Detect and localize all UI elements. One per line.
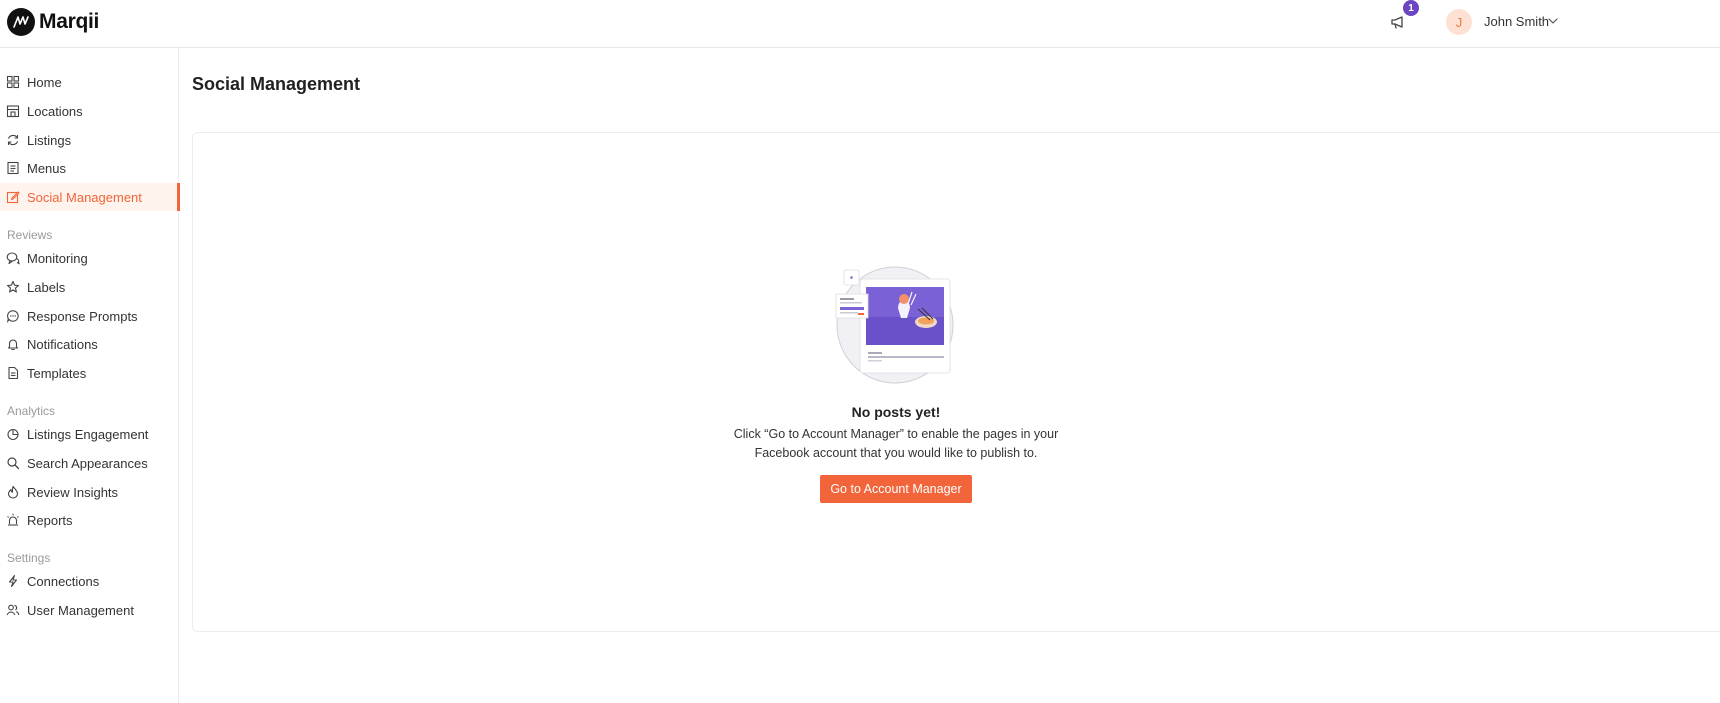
- bolt-icon: [8, 574, 18, 588]
- sidebar-item-label: Menus: [27, 161, 67, 176]
- section-title-settings: Settings: [7, 551, 51, 565]
- sidebar-item-response-prompts[interactable]: Response Prompts: [0, 302, 179, 330]
- announcement-button[interactable]: [1388, 12, 1410, 34]
- sidebar-item-label: Search Appearances: [27, 456, 148, 471]
- sidebar-item-notifications[interactable]: Notifications: [0, 330, 179, 358]
- empty-state-title: No posts yet!: [851, 404, 941, 420]
- brand-logo[interactable]: Marqii: [7, 8, 99, 36]
- sidebar-item-label: Listings: [27, 133, 72, 148]
- sidebar-item-monitoring[interactable]: Monitoring: [0, 244, 179, 272]
- brand-name: Marqii: [39, 10, 100, 33]
- chat-icon: [6, 252, 20, 265]
- sidebar-item-search-appearances[interactable]: Search Appearances: [0, 449, 179, 477]
- menu-book-icon: [7, 161, 19, 175]
- sidebar-item-connections[interactable]: Connections: [0, 567, 179, 595]
- sidebar-item-label: Home: [27, 75, 62, 90]
- sidebar-item-labels[interactable]: Labels: [0, 273, 179, 301]
- page-title: Social Management: [192, 74, 361, 94]
- bell-icon: [7, 339, 19, 351]
- go-to-account-manager-button[interactable]: Go to Account Manager: [820, 475, 972, 503]
- sidebar-item-locations[interactable]: Locations: [0, 97, 179, 125]
- document-icon: [8, 366, 19, 380]
- section-title-analytics: Analytics: [7, 404, 56, 418]
- sidebar-item-label: Labels: [27, 280, 66, 295]
- sidebar-item-label: Reports: [27, 513, 73, 528]
- section-title-reviews: Reviews: [7, 228, 53, 242]
- sidebar-item-menus[interactable]: Menus: [0, 154, 179, 182]
- pie-chart-icon: [7, 428, 19, 441]
- sidebar: Home Locations Listings Menus Social Man…: [0, 48, 180, 703]
- megaphone-icon: [1391, 16, 1403, 29]
- sidebar-item-label: Listings Engagement: [27, 427, 149, 442]
- sidebar-item-label: Templates: [27, 366, 87, 381]
- sidebar-item-label: Response Prompts: [27, 309, 138, 324]
- sidebar-item-label: Review Insights: [27, 485, 119, 500]
- sidebar-item-listings[interactable]: Listings: [0, 126, 179, 154]
- users-icon: [6, 604, 20, 616]
- sidebar-item-label: Monitoring: [27, 251, 88, 266]
- search-icon: [7, 457, 20, 470]
- avatar[interactable]: J: [1446, 9, 1472, 35]
- grid-icon: [6, 75, 20, 89]
- sidebar-item-label: User Management: [27, 603, 134, 618]
- refresh-icon: [7, 134, 19, 146]
- logo-mark-icon: [7, 8, 35, 36]
- flame-icon: [7, 485, 19, 499]
- user-name[interactable]: John Smith: [1484, 14, 1549, 29]
- sidebar-item-label: Notifications: [27, 337, 98, 352]
- sidebar-item-user-management[interactable]: User Management: [0, 596, 179, 624]
- siren-icon: [7, 513, 19, 526]
- notification-badge: 1: [1403, 0, 1419, 16]
- top-header: Marqii 1 J John Smith: [0, 0, 1720, 48]
- sidebar-item-label: Connections: [27, 574, 100, 589]
- sidebar-item-label: Locations: [27, 104, 83, 119]
- store-icon: [6, 105, 20, 118]
- sidebar-item-home[interactable]: Home: [0, 68, 179, 96]
- edit-icon: [6, 191, 20, 204]
- sidebar-item-social-management[interactable]: Social Management: [0, 183, 180, 211]
- sidebar-item-listings-engagement[interactable]: Listings Engagement: [0, 420, 179, 448]
- chevron-down-icon[interactable]: [1547, 15, 1559, 27]
- sidebar-item-templates[interactable]: Templates: [0, 359, 179, 387]
- empty-state-description: Click “Go to Account Manager” to enable …: [733, 427, 1059, 460]
- star-icon: [6, 280, 20, 293]
- sidebar-item-reports[interactable]: Reports: [0, 506, 179, 534]
- empty-posts-illustration: [835, 266, 954, 384]
- sidebar-item-label: Social Management: [27, 190, 142, 205]
- message-dots-icon: [6, 310, 19, 323]
- sidebar-item-review-insights[interactable]: Review Insights: [0, 478, 179, 506]
